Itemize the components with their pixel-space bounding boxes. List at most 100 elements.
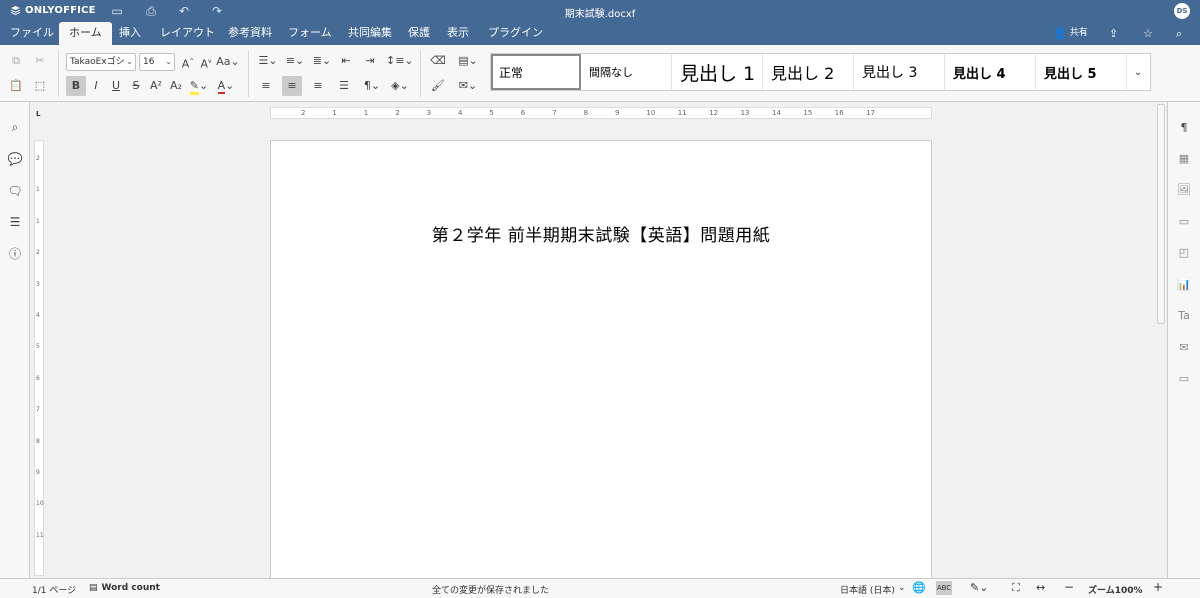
shape-settings-icon[interactable]: ◰ (1176, 245, 1192, 261)
highlight-color-icon[interactable]: ✎⌄ (187, 76, 211, 96)
home-toolbar: ⧉ ✂ 📋 ⬚ TakaoExゴシ ⌄ 16 ⌄ A^ Av Aa⌄ B I U… (0, 45, 1200, 102)
tab-view[interactable]: 表示 (437, 22, 479, 45)
style-normal[interactable]: 正常 (491, 54, 581, 90)
cut-icon[interactable]: ✂ (30, 51, 50, 71)
increase-font-icon[interactable]: A^ (178, 52, 198, 72)
copy-icon[interactable]: ⧉ (6, 51, 26, 71)
underline-icon[interactable]: U (106, 76, 126, 96)
tab-forms[interactable]: フォーム (278, 22, 342, 45)
ruler-label: 13 (740, 109, 750, 117)
vertical-scrollbar[interactable] (1155, 102, 1167, 578)
color-scheme-icon[interactable]: ▤⌄ (455, 51, 481, 71)
ruler-label: 2 (301, 109, 306, 117)
navigation-icon[interactable]: ☰ (6, 213, 24, 231)
paragraph-marks-icon[interactable]: ¶⌄ (360, 76, 384, 96)
italic-icon[interactable]: I (86, 76, 106, 96)
ruler-label: 10 (36, 500, 44, 508)
horizontal-ruler[interactable]: 2 1 1 2 3 4 5 6 7 8 9 10 11 12 13 14 15 16 17 (270, 107, 932, 119)
tab-insert[interactable]: 挿入 (109, 22, 151, 45)
mail-merge-settings-icon[interactable]: ✉ (1176, 340, 1192, 356)
fit-page-icon[interactable]: ⛶ (1012, 581, 1020, 595)
style-heading-5[interactable]: 見出し 5 (1036, 54, 1127, 90)
increase-indent-icon[interactable]: ⇥ (360, 51, 380, 71)
bold-icon[interactable]: B (66, 76, 86, 96)
bullets-icon[interactable]: ☰⌄ (256, 51, 280, 71)
tab-home[interactable]: ホーム (59, 22, 112, 45)
decrease-font-icon[interactable]: Av (196, 52, 216, 72)
image-settings-icon[interactable]: 🖼 (1176, 182, 1192, 198)
copy-style-icon[interactable]: 🖌 (428, 76, 448, 96)
numbering-icon[interactable]: ≡⌄ (283, 51, 307, 71)
align-right-icon[interactable]: ≡ (308, 76, 328, 96)
chevron-down-icon: ⌄ (897, 583, 906, 593)
line-spacing-icon[interactable]: ↕≡⌄ (386, 51, 414, 71)
fit-width-icon[interactable]: ↔ (1036, 581, 1045, 594)
style-no-spacing[interactable]: 間隔なし (581, 54, 672, 90)
font-color-icon[interactable]: A⌄ (214, 76, 238, 96)
zoom-level[interactable]: ズーム100% (1088, 583, 1143, 596)
ruler-label: 4 (458, 109, 463, 117)
font-size-select[interactable]: 16 ⌄ (139, 53, 175, 71)
subscript-icon[interactable]: A₂ (166, 76, 186, 96)
mail-merge-icon[interactable]: ✉⌄ (455, 76, 481, 96)
align-left-icon[interactable]: ≡ (256, 76, 276, 96)
style-heading-4[interactable]: 見出し 4 (945, 54, 1036, 90)
find-icon[interactable]: ⌕ (6, 118, 24, 136)
styles-expand-icon[interactable]: ⌄ (1127, 54, 1149, 90)
language-select[interactable]: 日本語 (日本) ⌄ (840, 583, 905, 596)
style-heading-3[interactable]: 見出し 3 (854, 54, 945, 90)
textart-settings-icon[interactable]: Ta (1176, 308, 1192, 324)
about-icon[interactable]: ⓘ (6, 245, 24, 263)
menu-bar: ファイル ホーム 挿入 レイアウト 参考資料 フォーム 共同編集 保護 表示 プ… (0, 22, 1200, 45)
scrollbar-thumb[interactable] (1157, 104, 1165, 324)
multilevel-list-icon[interactable]: ≣⌄ (310, 51, 334, 71)
tab-references[interactable]: 参考資料 (218, 22, 282, 45)
paste-icon[interactable]: 📋 (6, 76, 26, 96)
ruler-label: 14 (772, 109, 781, 117)
strikethrough-icon[interactable]: S (126, 76, 146, 96)
track-changes-icon[interactable]: ✎⌄ (970, 581, 988, 594)
style-heading-2[interactable]: 見出し 2 (763, 54, 854, 90)
spellcheck-icon[interactable]: ABC (936, 581, 952, 595)
zoom-in-icon[interactable]: + (1153, 580, 1163, 594)
ruler-label: 17 (866, 109, 876, 117)
tab-plugins[interactable]: プラグイン (478, 22, 553, 45)
comments-icon[interactable]: 💬 (6, 150, 24, 168)
ruler-label: 8 (583, 109, 589, 117)
zoom-out-icon[interactable]: − (1064, 580, 1074, 594)
form-settings-icon[interactable]: ▭ (1176, 371, 1192, 387)
clear-style-icon[interactable]: ⌫ (428, 51, 448, 71)
tab-layout[interactable]: レイアウト (150, 22, 225, 45)
align-center-icon[interactable]: ≡ (282, 76, 302, 96)
chat-icon[interactable]: 🗨 (6, 182, 24, 200)
tab-collaboration[interactable]: 共同編集 (338, 22, 402, 45)
tab-file[interactable]: ファイル (0, 22, 64, 45)
word-count-button[interactable]: ▤ Word count (89, 583, 160, 593)
shading-icon[interactable]: ◈⌄ (388, 76, 412, 96)
style-heading-1[interactable]: 見出し 1 (672, 54, 763, 90)
ruler-label: 3 (426, 109, 432, 117)
tab-protection[interactable]: 保護 (398, 22, 440, 45)
document-heading[interactable]: 第２学年 前半期期末試験【英語】問題用紙 (271, 221, 931, 246)
page-indicator[interactable]: 1/1 ページ (32, 583, 76, 596)
font-name-select[interactable]: TakaoExゴシ ⌄ (66, 53, 136, 71)
decrease-indent-icon[interactable]: ⇤ (336, 51, 356, 71)
change-case-icon[interactable]: Aa⌄ (216, 52, 240, 72)
vertical-ruler[interactable]: 2 1 1 2 3 4 5 6 7 8 9 10 11 (34, 140, 44, 576)
justify-icon[interactable]: ☰ (334, 76, 354, 96)
superscript-icon[interactable]: A² (146, 76, 166, 96)
tab-stop-selector[interactable]: L (36, 110, 44, 118)
select-all-icon[interactable]: ⬚ (30, 76, 50, 96)
paragraph-settings-icon[interactable]: ¶ (1176, 120, 1192, 136)
favorite-icon[interactable]: ☆ (1143, 25, 1153, 42)
chart-settings-icon[interactable]: 📊 (1176, 277, 1192, 293)
header-footer-settings-icon[interactable]: ▭ (1176, 214, 1192, 230)
doc-language-icon[interactable]: 🌐 (912, 581, 926, 594)
open-location-icon[interactable]: ⇪ (1109, 25, 1118, 42)
share-button[interactable]: 👤 共有 (1053, 25, 1088, 42)
save-status: 全ての変更が保存されました (432, 586, 550, 596)
document-page[interactable]: 第２学年 前半期期末試験【英語】問題用紙 (270, 140, 932, 580)
user-avatar[interactable]: DS (1174, 3, 1190, 19)
search-icon[interactable]: ⌕ (1176, 25, 1182, 42)
table-settings-icon[interactable]: ▦ (1176, 151, 1192, 167)
